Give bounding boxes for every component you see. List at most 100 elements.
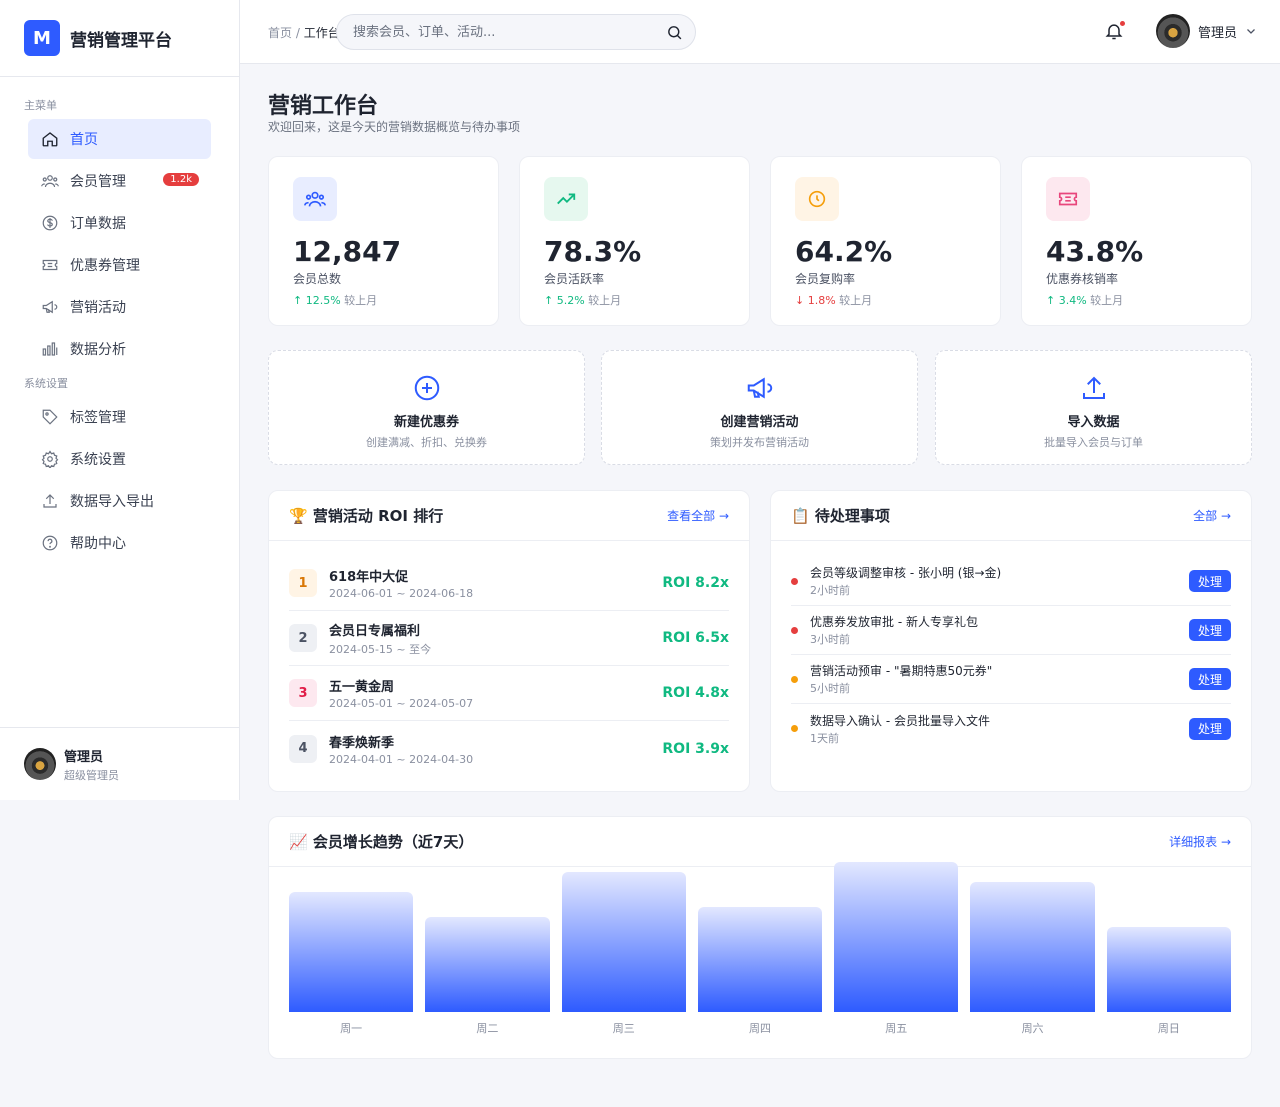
megaphone-icon — [40, 297, 60, 317]
stat-trend: ↑ 5.2% 较上月 — [544, 294, 622, 307]
detailed-report-link[interactable]: 详细报表 → — [1169, 833, 1231, 850]
action-title: 导入数据 — [1067, 415, 1120, 430]
todo-panel: 📋 待处理事项 全部 → 会员等级调整审核 - 张小明 (银→金) 2小时前 处理优… — [770, 490, 1252, 792]
sidebar-user-role: 超级管理员 — [64, 768, 119, 782]
sidebar-user-card[interactable]: 管理员 超级管理员 — [0, 727, 239, 800]
sidebar-item-label: 订单数据 — [70, 216, 126, 232]
campaign-name: 618年中大促 — [329, 570, 409, 585]
megaphone-icon — [602, 373, 917, 403]
header-user-name: 管理员 — [1198, 25, 1238, 41]
breadcrumb-current: 工作台 — [303, 26, 340, 40]
stat-value: 78.3% — [544, 235, 642, 268]
x-tick-label: 周五 — [885, 1022, 908, 1035]
roi-list: 1 618年中大促 2024-06-01 ~ 2024-06-18 ROI 8.2x 2… — [269, 541, 749, 776]
rank-badge: 2 — [289, 624, 317, 652]
users-icon — [293, 177, 337, 221]
users-icon — [40, 171, 60, 191]
view-all-link[interactable]: 查看全部 → — [667, 507, 729, 524]
sidebar-item-orders[interactable]: 订单数据 — [28, 203, 211, 243]
import-data-button[interactable]: 导入数据 批量导入会员与订单 — [935, 350, 1252, 465]
bar-chart: 周一 周二 周三 周四 周五 周六 周日 — [269, 862, 1251, 1057]
sidebar-item-members[interactable]: 会员管理 1.2k — [28, 161, 211, 201]
nav-section-main: 主菜单 — [24, 99, 57, 112]
sidebar-item-campaigns[interactable]: 营销活动 — [28, 287, 211, 327]
search-input[interactable] — [353, 15, 653, 49]
process-button[interactable]: 处理 — [1189, 668, 1231, 690]
process-button[interactable]: 处理 — [1189, 619, 1231, 641]
notification-bell-icon[interactable] — [1104, 21, 1126, 43]
stat-label: 会员复购率 — [795, 272, 856, 286]
sidebar-item-label: 数据导入导出 — [70, 494, 154, 510]
chart-bar[interactable] — [289, 892, 414, 1012]
todo-title: 优惠券发放审批 - 新人专享礼包 — [810, 615, 978, 629]
all-todos-link[interactable]: 全部 → — [1193, 507, 1231, 524]
roi-row[interactable]: 3 五一黄金周 2024-05-01 ~ 2024-05-07 ROI 4.8x — [289, 666, 729, 721]
stat-trend: ↑ 3.4% 较上月 — [1046, 294, 1124, 307]
page-subtitle: 欢迎回来，这是今天的营销数据概览与待办事项 — [268, 120, 521, 134]
todo-title: 营销活动预审 - "暑期特惠50元券" — [810, 664, 993, 678]
panel-title: 🏆 营销活动 ROI 排行 — [289, 507, 444, 525]
sidebar-item-system[interactable]: 系统设置 — [28, 439, 211, 479]
chart-bar[interactable] — [834, 862, 959, 1012]
stat-card-active-rate[interactable]: 78.3% 会员活跃率 ↑ 5.2% 较上月 — [519, 156, 750, 326]
stat-value: 43.8% — [1046, 235, 1144, 268]
top-header: 首页 / 工作台 管理员 — [240, 0, 1280, 64]
brand[interactable]: M 营销管理平台 — [0, 0, 239, 77]
clock-icon — [795, 177, 839, 221]
sidebar-item-analytics[interactable]: 数据分析 — [28, 329, 211, 369]
stat-value: 12,847 — [293, 235, 402, 268]
todo-row: 优惠券发放审批 - 新人专享礼包 3小时前 处理 — [791, 606, 1231, 655]
chart-bar[interactable] — [970, 882, 1095, 1012]
quick-actions: 新建优惠券 创建满减、折扣、兑换券 创建营销活动 策划并发布营销活动 导入数据 … — [268, 350, 1252, 465]
sidebar-item-label: 数据分析 — [70, 342, 126, 358]
campaign-date: 2024-04-01 ~ 2024-04-30 — [329, 752, 474, 766]
action-title: 创建营销活动 — [720, 415, 799, 430]
chart-bar[interactable] — [561, 872, 686, 1012]
process-button[interactable]: 处理 — [1189, 717, 1231, 740]
members-count-badge: 1.2k — [163, 173, 199, 186]
action-title: 新建优惠券 — [393, 415, 459, 430]
stat-trend: ↓ 1.8% 较上月 — [795, 294, 873, 307]
todo-row: 会员等级调整审核 - 张小明 (银→金) 2小时前 处理 — [791, 557, 1231, 606]
todo-row: 数据导入确认 - 会员批量导入文件 1天前 处理 — [791, 704, 1231, 753]
breadcrumb-root[interactable]: 首页 — [268, 26, 292, 40]
campaign-date: 2024-05-01 ~ 2024-05-07 — [329, 697, 474, 710]
roi-row[interactable]: 1 618年中大促 2024-06-01 ~ 2024-06-18 ROI 8.2x — [289, 556, 729, 611]
sidebar-item-tags[interactable]: 标签管理 — [28, 397, 211, 437]
sidebar-item-coupons[interactable]: 优惠券管理 — [28, 245, 211, 285]
dollar-icon — [40, 213, 60, 233]
sidebar-item-help[interactable]: 帮助中心 — [28, 523, 211, 563]
stat-label: 会员总数 — [293, 272, 342, 286]
roi-row[interactable]: 2 会员日专属福利 2024-05-15 ~ 至今 ROI 6.5x — [289, 611, 729, 666]
new-coupon-button[interactable]: 新建优惠券 创建满减、折扣、兑换券 — [268, 350, 585, 465]
campaign-name: 会员日专属福利 — [329, 623, 421, 639]
sidebar-item-import-export[interactable]: 数据导入导出 — [28, 481, 211, 521]
roi-row[interactable]: 4 春季焕新季 2024-04-01 ~ 2024-04-30 ROI 3.9x — [289, 721, 729, 776]
header-user-menu[interactable]: 管理员 — [1156, 14, 1257, 48]
todo-time: 5小时前 — [810, 682, 850, 695]
sidebar-item-home[interactable]: 首页 — [28, 119, 211, 159]
roi-value: ROI 4.8x — [662, 685, 729, 701]
chart-bar[interactable] — [425, 917, 550, 1012]
stat-card-members[interactable]: 12,847 会员总数 ↑ 12.5% 较上月 — [268, 156, 499, 326]
stat-card-repurchase-rate[interactable]: 64.2% 会员复购率 ↓ 1.8% 较上月 — [770, 156, 1001, 326]
campaign-name: 五一黄金周 — [329, 680, 395, 695]
bar-chart-icon — [40, 339, 60, 359]
stat-value: 64.2% — [795, 235, 893, 268]
stat-label: 会员活跃率 — [544, 272, 605, 286]
ticket-icon — [1046, 177, 1090, 221]
create-campaign-button[interactable]: 创建营销活动 策划并发布营销活动 — [601, 350, 918, 465]
stat-card-coupon-rate[interactable]: 43.8% 优惠券核销率 ↑ 3.4% 较上月 — [1021, 156, 1252, 326]
process-button[interactable]: 处理 — [1189, 570, 1231, 592]
chart-bar[interactable] — [697, 907, 823, 1012]
roi-ranking-panel: 🏆 营销活动 ROI 排行 查看全部 → 1 618年中大促 2024-06-01 … — [268, 490, 750, 792]
rank-badge: 4 — [289, 734, 317, 763]
avatar — [24, 748, 56, 780]
sidebar-item-label: 营销活动 — [70, 300, 126, 316]
gear-icon — [40, 449, 60, 469]
campaign-date: 2024-06-01 ~ 2024-06-18 — [329, 587, 474, 600]
x-tick-label: 周三 — [612, 1022, 635, 1035]
sidebar-item-label: 标签管理 — [70, 410, 126, 426]
search-icon[interactable] — [666, 24, 683, 45]
chart-bar[interactable] — [1106, 927, 1231, 1012]
